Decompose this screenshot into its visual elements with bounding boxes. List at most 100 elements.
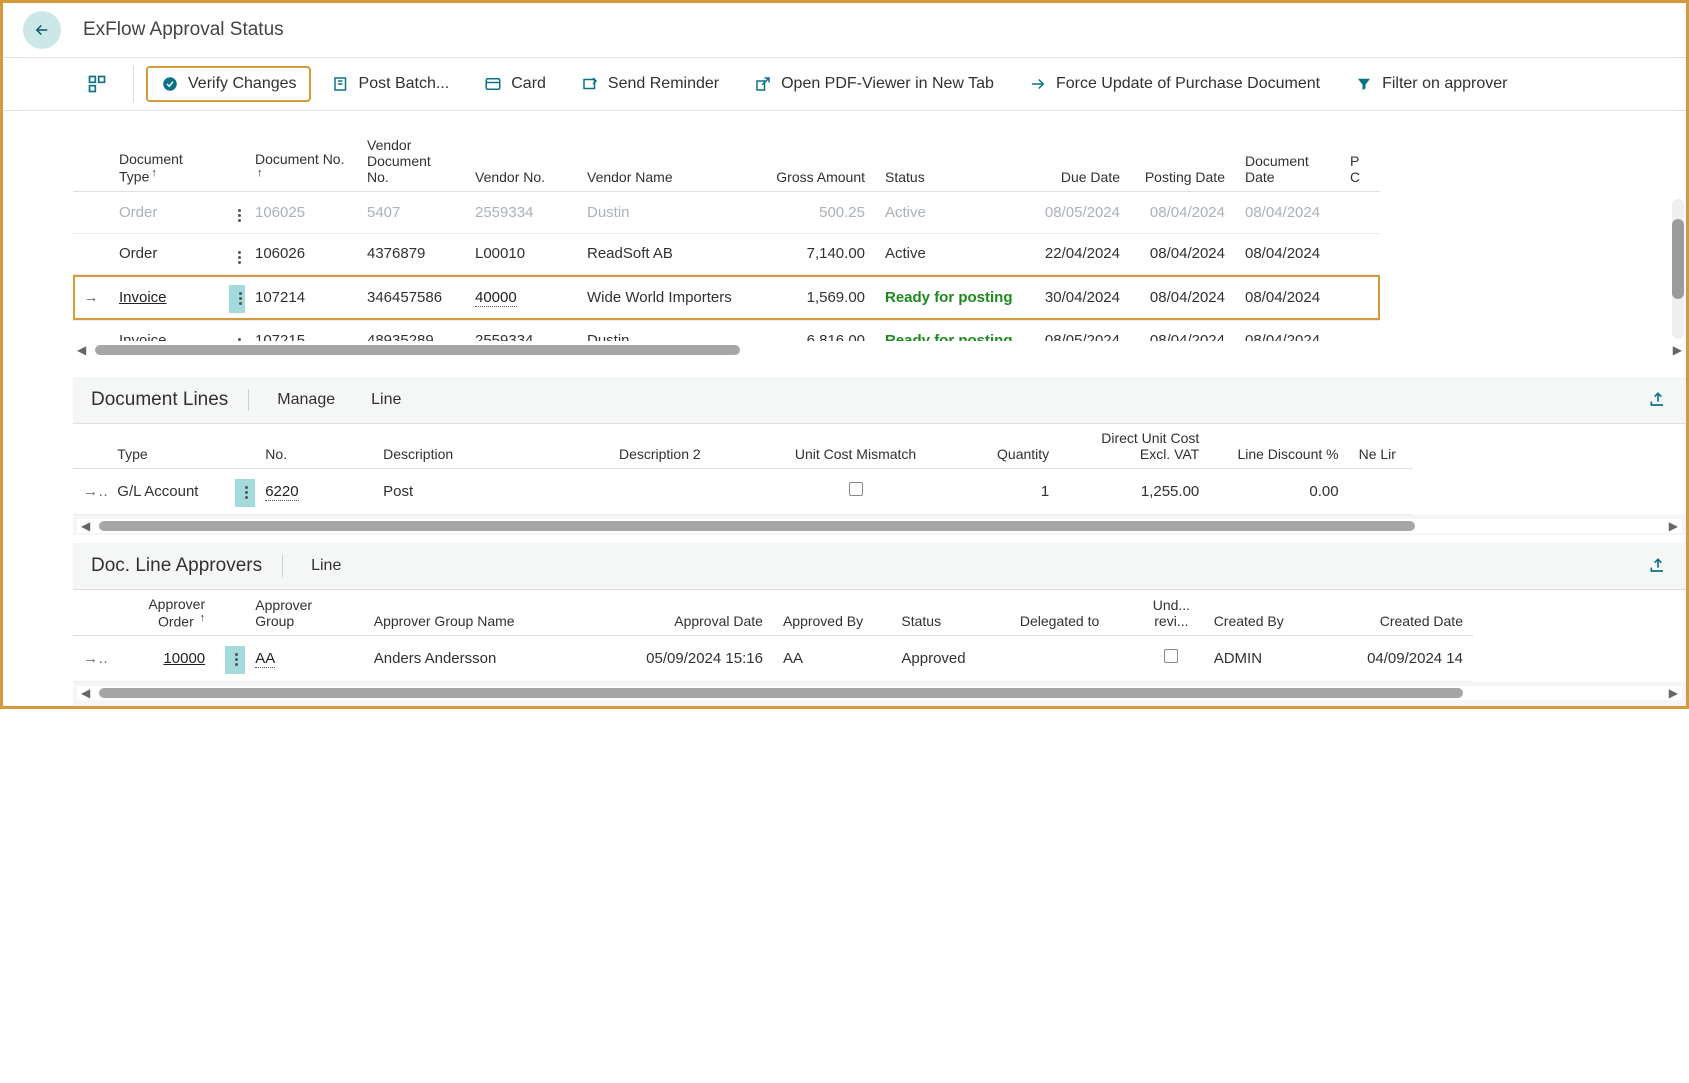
table-row[interactable]: → G/L Account 6220 Post 1 1,255.00 0.00 (73, 469, 1413, 515)
col-posting[interactable]: Posting Date (1130, 131, 1235, 192)
col-und-rev[interactable]: Und... revi... (1139, 590, 1204, 636)
more-vertical-icon[interactable] (225, 646, 245, 674)
table-row[interactable]: Order 106026 4376879 L00010 ReadSoft AB … (73, 233, 1380, 275)
cell-posting: 08/04/2024 (1130, 192, 1235, 234)
col-no[interactable]: No. (255, 424, 373, 469)
checkbox-icon[interactable] (849, 482, 863, 496)
col-approver-group[interactable]: Approver Group (245, 590, 363, 636)
row-actions[interactable] (215, 636, 245, 682)
scroll-left-icon[interactable]: ◀ (81, 686, 90, 700)
more-vertical-icon[interactable] (229, 334, 245, 341)
col-description2[interactable]: Description 2 (609, 424, 781, 469)
doc-type-link[interactable]: Invoice (119, 289, 167, 306)
col-vendor-name[interactable]: Vendor Name (577, 131, 755, 192)
col-delegated[interactable]: Delegated to (1010, 590, 1139, 636)
cell-doc-type[interactable]: Order (109, 192, 219, 234)
cell-vendor-no[interactable]: L00010 (465, 233, 577, 275)
cell-doc-no: 107214 (245, 275, 357, 321)
documents-table-scroll[interactable]: Document Type↑ Document No. ↑ Vendor Doc… (73, 131, 1686, 341)
more-vertical-icon[interactable] (235, 479, 255, 507)
more-vertical-icon[interactable] (229, 247, 245, 267)
cell-gross: 500.25 (755, 192, 875, 234)
table-row[interactable]: → 10000 AA Anders Andersson 05/09/2024 1… (73, 636, 1473, 682)
col-qty[interactable]: Quantity (931, 424, 1060, 469)
cell-doc-type[interactable]: Invoice (109, 275, 219, 321)
post-batch-button[interactable]: Post Batch... (317, 66, 464, 102)
cell-vendor-no[interactable]: 2559334 (465, 192, 577, 234)
row-actions[interactable] (219, 320, 245, 341)
col-status[interactable]: Status (891, 590, 1009, 636)
cell-order[interactable]: 10000 (107, 636, 215, 682)
col-type[interactable]: Type (107, 424, 225, 469)
col-approval-date[interactable]: Approval Date (601, 590, 773, 636)
scroll-right-icon[interactable]: ▶ (1669, 519, 1678, 533)
col-approved-by[interactable]: Approved By (773, 590, 891, 636)
scroll-left-icon[interactable]: ◀ (77, 343, 86, 357)
col-doc-date[interactable]: Document Date (1235, 131, 1340, 192)
share-icon[interactable] (1648, 556, 1668, 576)
scroll-right-icon[interactable]: ▶ (1673, 343, 1682, 357)
row-actions[interactable] (219, 192, 245, 234)
approvers-body[interactable]: Approver Order ↑ Approver Group Approver… (73, 590, 1686, 682)
col-vendor-doc-no[interactable]: Vendor Document No. (357, 131, 465, 192)
checkbox-icon[interactable] (1164, 649, 1178, 663)
more-vertical-icon[interactable] (229, 206, 245, 226)
col-extra[interactable]: P C (1340, 131, 1380, 192)
col-cost[interactable]: Direct Unit Cost Excl. VAT (1059, 424, 1209, 469)
col-extra[interactable]: Ne Lir (1349, 424, 1413, 469)
col-vendor-no[interactable]: Vendor No. (465, 131, 577, 192)
send-reminder-button[interactable]: Send Reminder (566, 66, 733, 102)
cell-vendor-no[interactable]: 2559334 (465, 320, 577, 341)
horizontal-scrollbar[interactable]: ◀ ▶ (77, 519, 1682, 533)
open-pdf-button[interactable]: Open PDF-Viewer in New Tab (739, 66, 1008, 102)
table-row[interactable]: Order 106025 5407 2559334 Dustin 500.25 … (73, 192, 1380, 234)
cell-type[interactable]: G/L Account (107, 469, 225, 515)
more-vertical-icon[interactable] (229, 285, 245, 313)
back-button[interactable] (23, 11, 61, 49)
col-approver-group-name[interactable]: Approver Group Name (364, 590, 601, 636)
col-mismatch[interactable]: Unit Cost Mismatch (780, 424, 930, 469)
table-row[interactable]: → Invoice 107214 346457586 40000 Wide Wo… (73, 275, 1380, 321)
cell-mismatch[interactable] (780, 469, 930, 515)
horizontal-scrollbar[interactable]: ◀ ▶ (73, 343, 1686, 357)
scrollbar-thumb[interactable] (99, 688, 1463, 698)
cell-no[interactable]: 6220 (255, 469, 373, 515)
manage-action[interactable]: Manage (269, 389, 343, 411)
card-button[interactable]: Card (469, 66, 560, 102)
filter-approver-button[interactable]: Filter on approver (1340, 66, 1521, 102)
line-action[interactable]: Line (363, 389, 409, 411)
force-update-button[interactable]: Force Update of Purchase Document (1014, 66, 1334, 102)
cell-vendor-no[interactable]: 40000 (465, 275, 577, 321)
col-status[interactable]: Status (875, 131, 1025, 192)
cell-group[interactable]: AA (245, 636, 363, 682)
col-discount[interactable]: Line Discount % (1209, 424, 1348, 469)
row-actions[interactable] (225, 469, 255, 515)
table-row[interactable]: Invoice 107215 48935289 2559334 Dustin 6… (73, 320, 1380, 341)
col-created-date[interactable]: Created Date (1322, 590, 1473, 636)
horizontal-scrollbar[interactable]: ◀ ▶ (77, 686, 1682, 700)
scrollbar-thumb[interactable] (99, 521, 1415, 531)
scroll-left-icon[interactable]: ◀ (81, 519, 90, 533)
row-actions[interactable] (219, 275, 245, 321)
col-due[interactable]: Due Date (1025, 131, 1130, 192)
col-approver-order[interactable]: Approver Order ↑ (107, 590, 215, 636)
vendor-no-link[interactable]: 40000 (475, 289, 517, 307)
col-doc-no[interactable]: Document No. ↑ (245, 131, 357, 192)
scrollbar-thumb[interactable] (1672, 219, 1684, 299)
document-lines-body[interactable]: Type No. Description Description 2 Unit … (73, 424, 1686, 515)
vertical-scrollbar[interactable] (1672, 199, 1684, 339)
cell-doc-type[interactable]: Invoice (109, 320, 219, 341)
share-icon[interactable] (1648, 390, 1668, 410)
row-actions[interactable] (219, 233, 245, 275)
toolbar-more-button[interactable] (73, 66, 121, 102)
line-action[interactable]: Line (303, 555, 349, 577)
scrollbar-thumb[interactable] (95, 345, 740, 355)
verify-changes-button[interactable]: Verify Changes (146, 66, 311, 102)
col-description[interactable]: Description (373, 424, 609, 469)
col-created-by[interactable]: Created By (1204, 590, 1322, 636)
col-doc-type[interactable]: Document Type↑ (109, 131, 219, 192)
col-gross[interactable]: Gross Amount (755, 131, 875, 192)
cell-doc-type[interactable]: Order (109, 233, 219, 275)
scroll-right-icon[interactable]: ▶ (1669, 686, 1678, 700)
cell-und-rev[interactable] (1139, 636, 1204, 682)
